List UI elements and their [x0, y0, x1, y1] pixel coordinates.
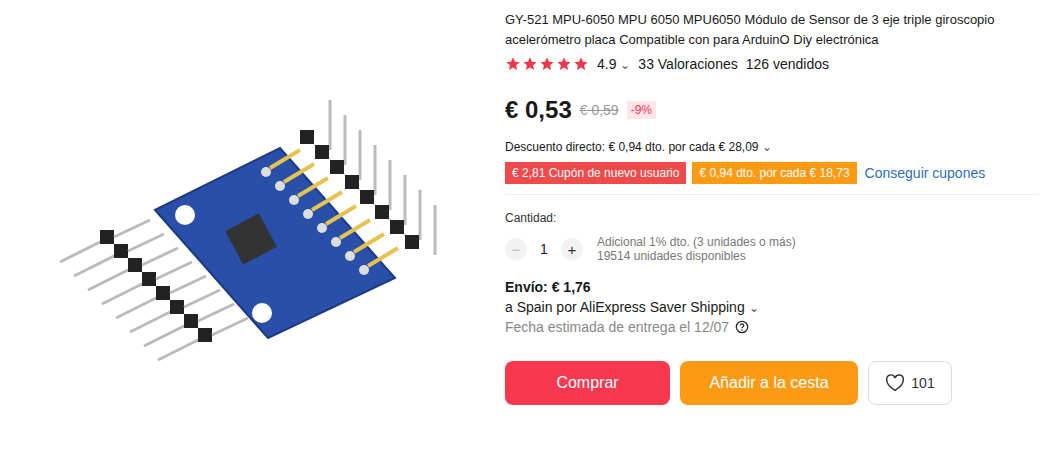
help-icon[interactable]	[735, 320, 749, 334]
discount-badge: -9%	[627, 101, 656, 119]
heart-icon	[885, 374, 905, 392]
wishlist-count: 101	[911, 375, 934, 391]
quantity-row: − 1 + Adicional 1% dto. (3 unidades o má…	[505, 235, 1039, 263]
price-row: € 0,53 € 0,59 -9%	[505, 96, 1039, 124]
product-title: GY-521 MPU-6050 MPU 6050 MPU6050 Módulo …	[505, 10, 1039, 50]
star-icon	[556, 56, 572, 72]
star-icon	[522, 56, 538, 72]
action-buttons: ComprarAñadir a la cesta 101	[505, 361, 1039, 405]
shipping-route[interactable]: a Spain por AliExpress Saver Shipping ⌄	[505, 299, 1039, 315]
divider	[505, 194, 1039, 195]
star-icon	[539, 56, 555, 72]
decrease-button[interactable]: −	[505, 238, 527, 260]
primary-button[interactable]: Comprar	[505, 361, 670, 405]
secondary-button[interactable]: Añadir a la cesta	[680, 361, 858, 405]
star-icon	[573, 56, 589, 72]
bulk-discount: Adicional 1% dto. (3 unidades o más)	[597, 235, 796, 249]
stock-available: 19514 unidades disponibles	[597, 249, 796, 263]
rating-row: 4.9 ⌄ 33 Valoraciones 126 vendidos	[505, 56, 1039, 72]
product-image[interactable]	[0, 0, 505, 455]
sensor-module-icon	[0, 0, 505, 455]
original-price: € 0,59	[580, 102, 619, 118]
coupon-badge[interactable]: € 2,81 Cupón de nuevo usuario	[505, 162, 686, 184]
wishlist-button[interactable]: 101	[868, 361, 952, 405]
reviews-count[interactable]: 33 Valoraciones	[638, 56, 737, 72]
delivery-date: Fecha estimada de entrega el 12/07	[505, 319, 1039, 335]
quantity-value[interactable]: 1	[537, 241, 551, 257]
coupon-badge[interactable]: € 0,94 dto. por cada € 18,73	[692, 162, 856, 184]
product-page: GY-521 MPU-6050 MPU 6050 MPU6050 Módulo …	[0, 0, 1045, 455]
sold-count: 126 vendidos	[746, 56, 829, 72]
product-info: GY-521 MPU-6050 MPU 6050 MPU6050 Módulo …	[505, 0, 1039, 455]
direct-discount[interactable]: Descuento directo: € 0,94 dto. por cada …	[505, 140, 1039, 154]
get-coupons-link[interactable]: Conseguir cupones	[865, 165, 986, 181]
rating-score[interactable]: 4.9 ⌄	[597, 56, 630, 72]
coupons-row: € 2,81 Cupón de nuevo usuario € 0,94 dto.…	[505, 162, 1039, 184]
quantity-label: Cantidad:	[505, 211, 1039, 225]
current-price: € 0,53	[505, 96, 572, 124]
quantity-notes: Adicional 1% dto. (3 unidades o más) 195…	[597, 235, 796, 263]
star-icon	[505, 56, 521, 72]
shipping-cost: Envío: € 1,76	[505, 279, 1039, 295]
increase-button[interactable]: +	[561, 238, 583, 260]
star-rating	[505, 56, 589, 72]
